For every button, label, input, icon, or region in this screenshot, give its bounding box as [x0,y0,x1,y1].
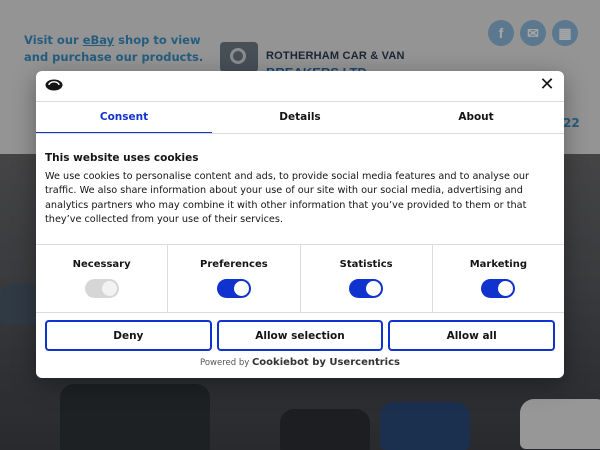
toggle-statistics-label: Statistics [339,259,393,270]
tab-consent[interactable]: Consent [36,102,212,134]
powered-by: Powered by Cookiebot by Usercentrics [36,357,564,368]
powered-by-prefix: Powered by [200,358,250,368]
consent-buttons: Deny Allow selection Allow all [45,320,556,351]
preferences-switch[interactable] [216,279,251,298]
switch-knob [366,281,382,296]
cookiebot-link[interactable]: Cookiebot by Usercentrics [252,357,400,368]
toggle-marketing-label: Marketing [469,259,528,270]
toggle-preferences-label: Preferences [200,259,268,270]
cookiebot-logo-icon [45,79,63,91]
tabs-divider [36,133,564,134]
switch-knob [101,281,117,296]
toggle-preferences: Preferences [168,245,301,312]
dialog-tabs: Consent Details About [36,102,564,134]
allow-all-button[interactable]: Allow all [388,320,556,351]
tab-details[interactable]: Details [212,102,388,133]
necessary-switch [84,279,119,298]
dialog-heading: This website uses cookies [45,152,199,164]
toggle-statistics: Statistics [301,245,433,312]
toggle-necessary: Necessary [36,245,169,312]
close-icon[interactable]: ✕ [539,76,555,94]
toggle-necessary-label: Necessary [72,259,131,270]
switch-knob [233,281,249,296]
dialog-body-text: We use cookies to personalise content an… [45,171,530,225]
toggle-marketing: Marketing [433,245,564,312]
consent-toggles: Necessary Preferences Statistics Marketi… [36,244,564,313]
deny-button[interactable]: Deny [45,320,212,351]
allow-selection-button[interactable]: Allow selection [216,320,384,351]
marketing-switch[interactable] [481,279,516,298]
tab-about[interactable]: About [388,102,564,133]
cookie-consent-dialog: ✕ Consent Details About This website use… [36,71,564,378]
switch-knob [498,281,514,296]
statistics-switch[interactable] [349,279,384,298]
